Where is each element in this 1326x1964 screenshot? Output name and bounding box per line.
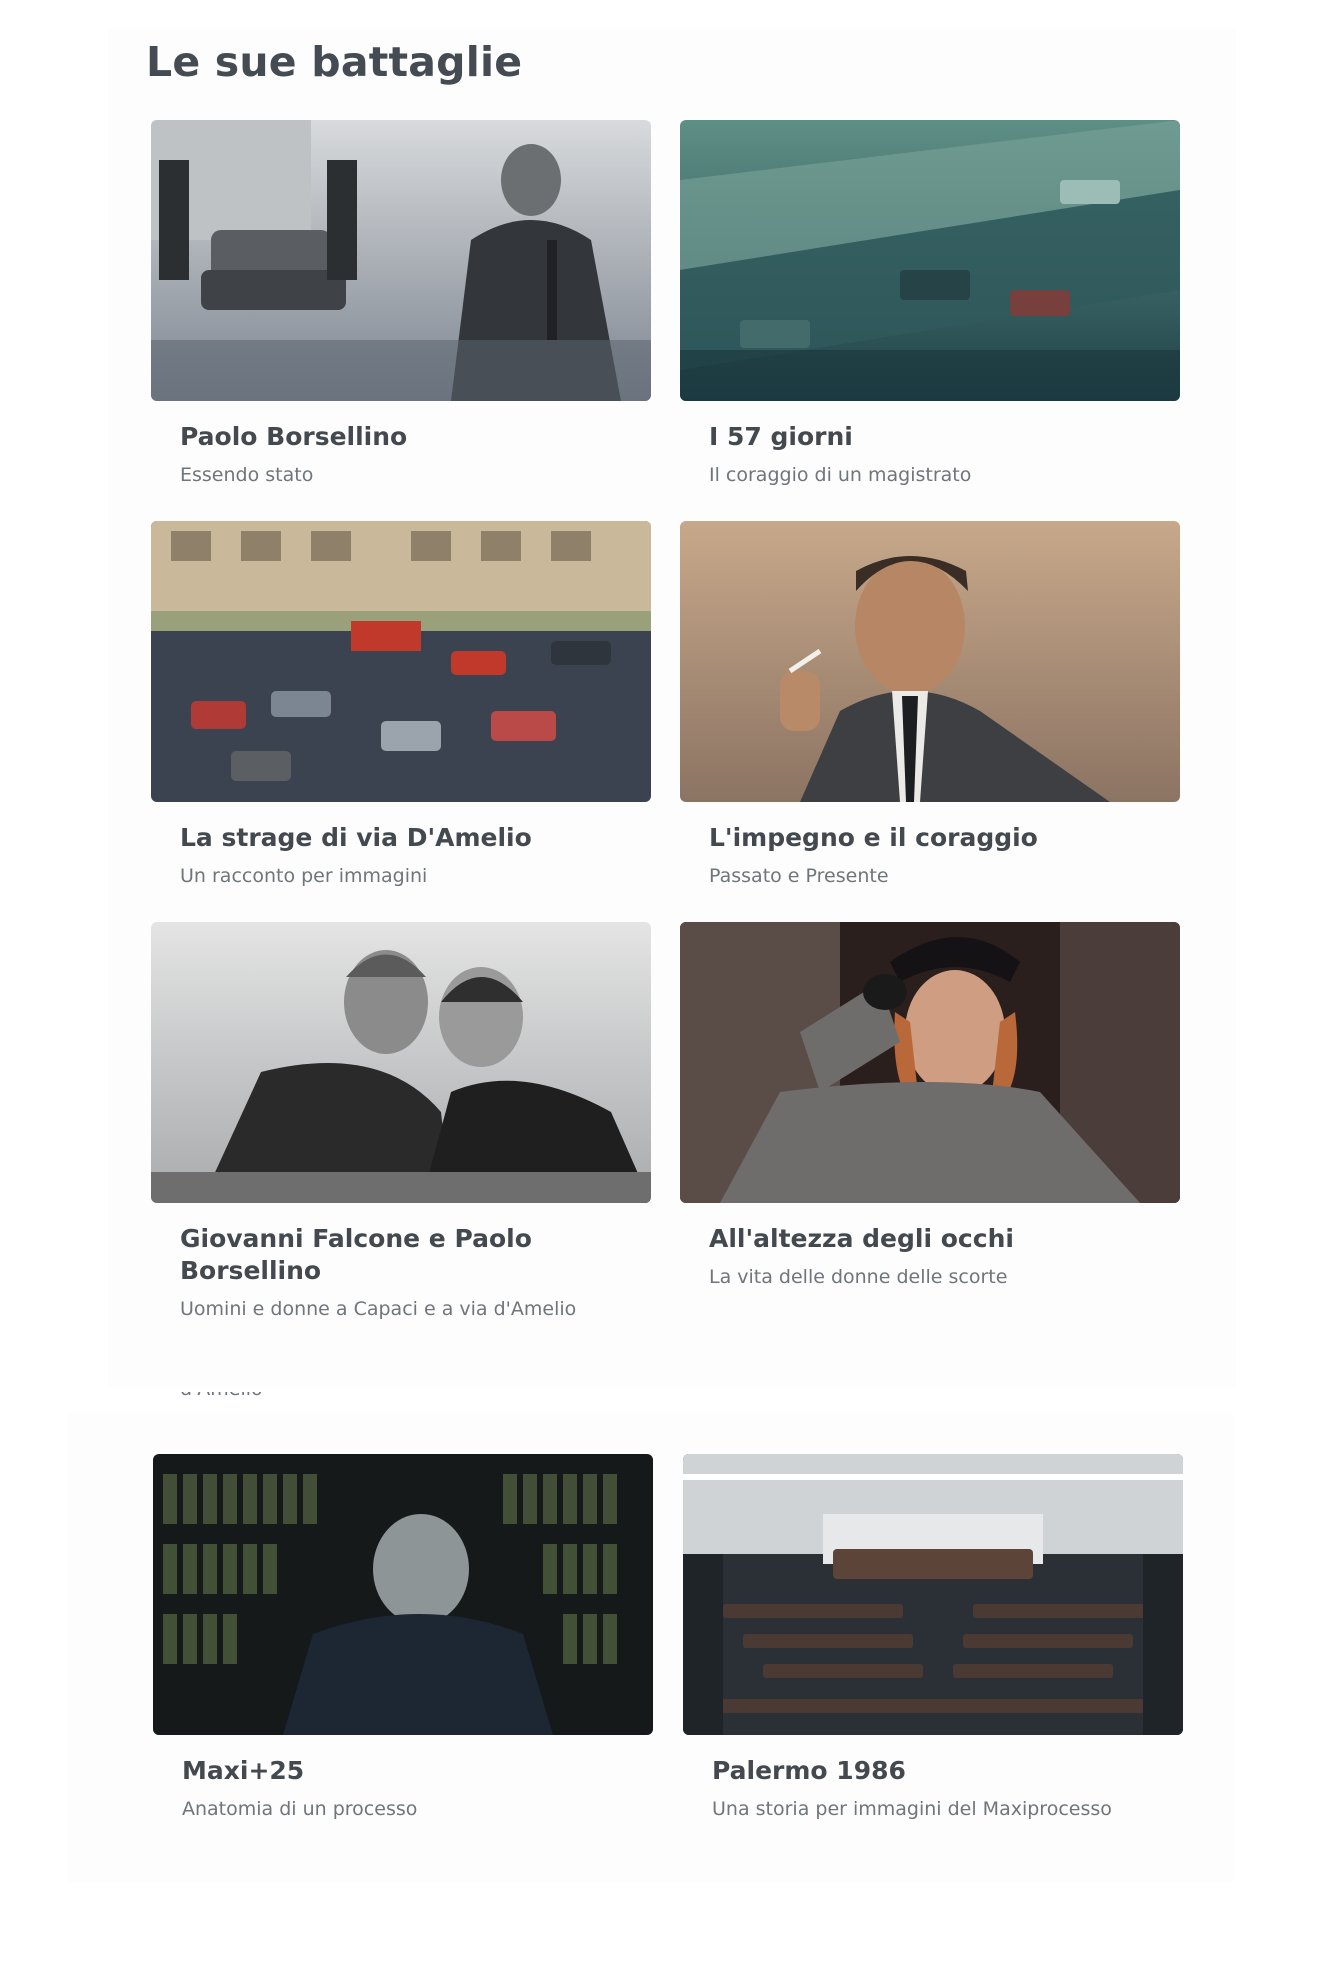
card-image[interactable] xyxy=(151,922,651,1203)
card-paolo-borsellino[interactable]: Paolo Borsellino Essendo stato xyxy=(151,120,651,490)
photo-falcone-borsellino-image xyxy=(151,922,651,1203)
cutoff-text-fragment: d'Amelio xyxy=(180,1392,320,1416)
card-title[interactable]: I 57 giorni xyxy=(709,421,1151,453)
card-la-strage-di-via-damelio[interactable]: La strage di via D'Amelio Un racconto pe… xyxy=(151,521,651,891)
card-title[interactable]: Palermo 1986 xyxy=(712,1755,1154,1787)
card-limpegno-e-il-coraggio[interactable]: L'impegno e il coraggio Passato e Presen… xyxy=(680,521,1180,891)
card-title[interactable]: Maxi+25 xyxy=(182,1755,624,1787)
card-image[interactable] xyxy=(680,922,1180,1203)
card-title[interactable]: L'impegno e il coraggio xyxy=(709,822,1151,854)
card-subtitle: Il coraggio di un magistrato xyxy=(709,464,972,486)
photo-bunker-courtroom-image xyxy=(683,1454,1183,1735)
card-image[interactable] xyxy=(151,120,651,401)
card-i-57-giorni[interactable]: I 57 giorni Il coraggio di un magistrato xyxy=(680,120,1180,490)
card-title[interactable]: All'altezza degli occhi xyxy=(709,1223,1151,1255)
card-allaltezza-degli-occhi[interactable]: All'altezza degli occhi La vita delle do… xyxy=(680,922,1180,1292)
photo-borsellino-carabinieri-image xyxy=(151,120,651,401)
photo-policewoman-salute-image xyxy=(680,922,1180,1203)
card-giovanni-falcone-e-paolo-borsellino[interactable]: Giovanni Falcone e Paolo Borsellino Uomi… xyxy=(151,922,651,1324)
card-title[interactable]: Giovanni Falcone e Paolo Borsellino xyxy=(180,1223,622,1287)
card-palermo-1986[interactable]: Palermo 1986 Una storia per immagini del… xyxy=(683,1454,1183,1824)
card-image[interactable] xyxy=(680,521,1180,802)
card-subtitle: Passato e Presente xyxy=(709,865,889,887)
card-subtitle: Un racconto per immagini xyxy=(180,865,428,887)
card-subtitle: Uomini e donne a Capaci e a via d'Amelio xyxy=(180,1298,577,1320)
card-subtitle: Anatomia di un processo xyxy=(182,1798,418,1820)
card-title[interactable]: La strage di via D'Amelio xyxy=(180,822,622,854)
card-image[interactable] xyxy=(153,1454,653,1735)
card-image[interactable] xyxy=(683,1454,1183,1735)
photo-aerial-via-damelio-image xyxy=(680,120,1180,401)
photo-archive-files-image xyxy=(153,1454,653,1735)
card-subtitle: Una storia per immagini del Maxiprocesso xyxy=(712,1798,1112,1820)
card-image[interactable] xyxy=(151,521,651,802)
photo-via-damelio-aftermath-image xyxy=(151,521,651,802)
card-title[interactable]: Paolo Borsellino xyxy=(180,421,622,453)
card-image[interactable] xyxy=(680,120,1180,401)
card-subtitle: Essendo stato xyxy=(180,464,314,486)
photo-borsellino-portrait-image xyxy=(680,521,1180,802)
card-subtitle: La vita delle donne delle scorte xyxy=(709,1266,1008,1288)
section-title: Le sue battaglie xyxy=(146,38,523,86)
card-maxi-25[interactable]: Maxi+25 Anatomia di un processo xyxy=(153,1454,653,1824)
page: Le sue battaglie Paolo Borsellino Essend… xyxy=(0,0,1326,1964)
